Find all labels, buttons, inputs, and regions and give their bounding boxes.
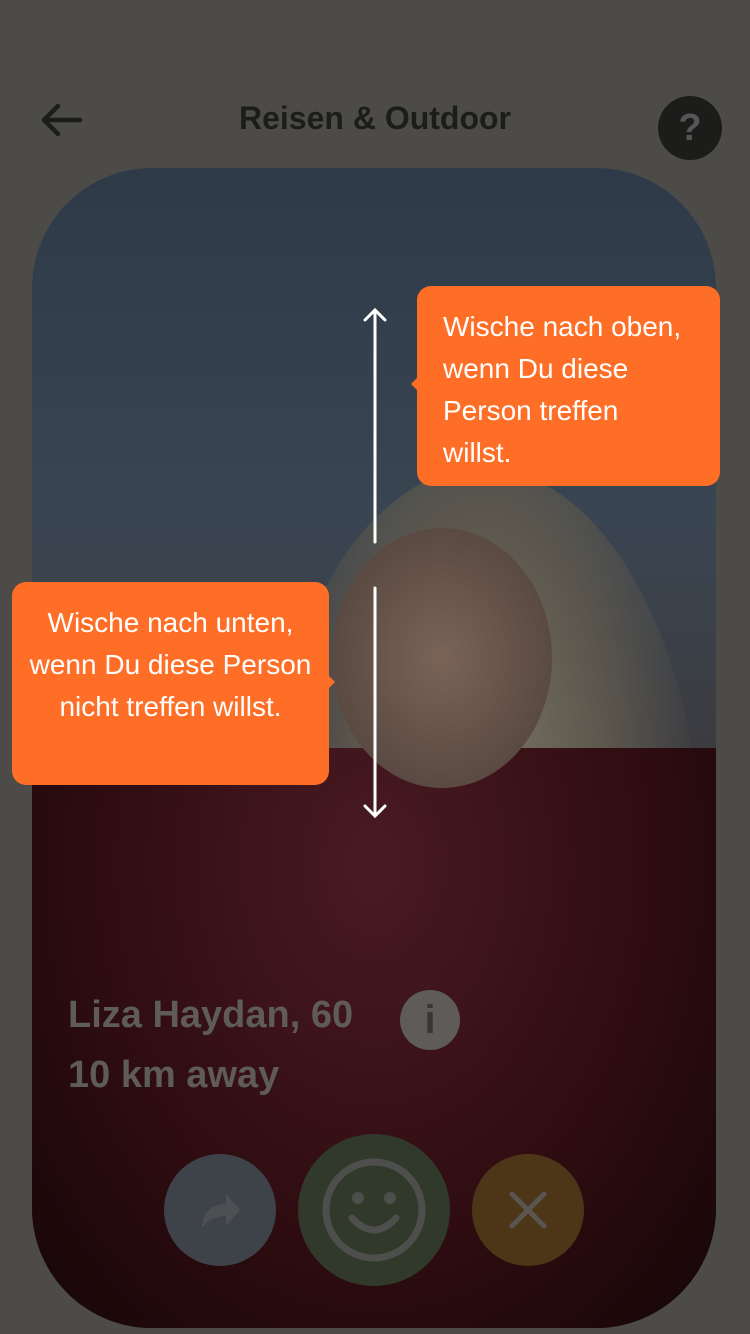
page-title: Reisen & Outdoor — [238, 100, 511, 136]
profile-distance: 10 km away — [68, 1054, 280, 1096]
dislike-button[interactable] — [472, 1154, 584, 1266]
profile-name-age: Liza Haydan, 60 — [68, 994, 354, 1036]
swipe-arrows-icon — [363, 307, 387, 819]
tooltip-swipe-up: Wische nach oben, wenn Du diese Person t… — [411, 286, 720, 486]
share-button[interactable] — [164, 1154, 276, 1266]
like-button[interactable] — [298, 1134, 450, 1286]
tooltip-swipe-down: Wische nach unten, wenn Du diese Person … — [12, 582, 335, 785]
info-button[interactable]: i — [400, 990, 460, 1050]
close-icon — [509, 1191, 547, 1229]
smiley-icon — [322, 1158, 426, 1262]
share-icon — [202, 1194, 240, 1228]
help-button[interactable]: ? — [658, 96, 722, 160]
